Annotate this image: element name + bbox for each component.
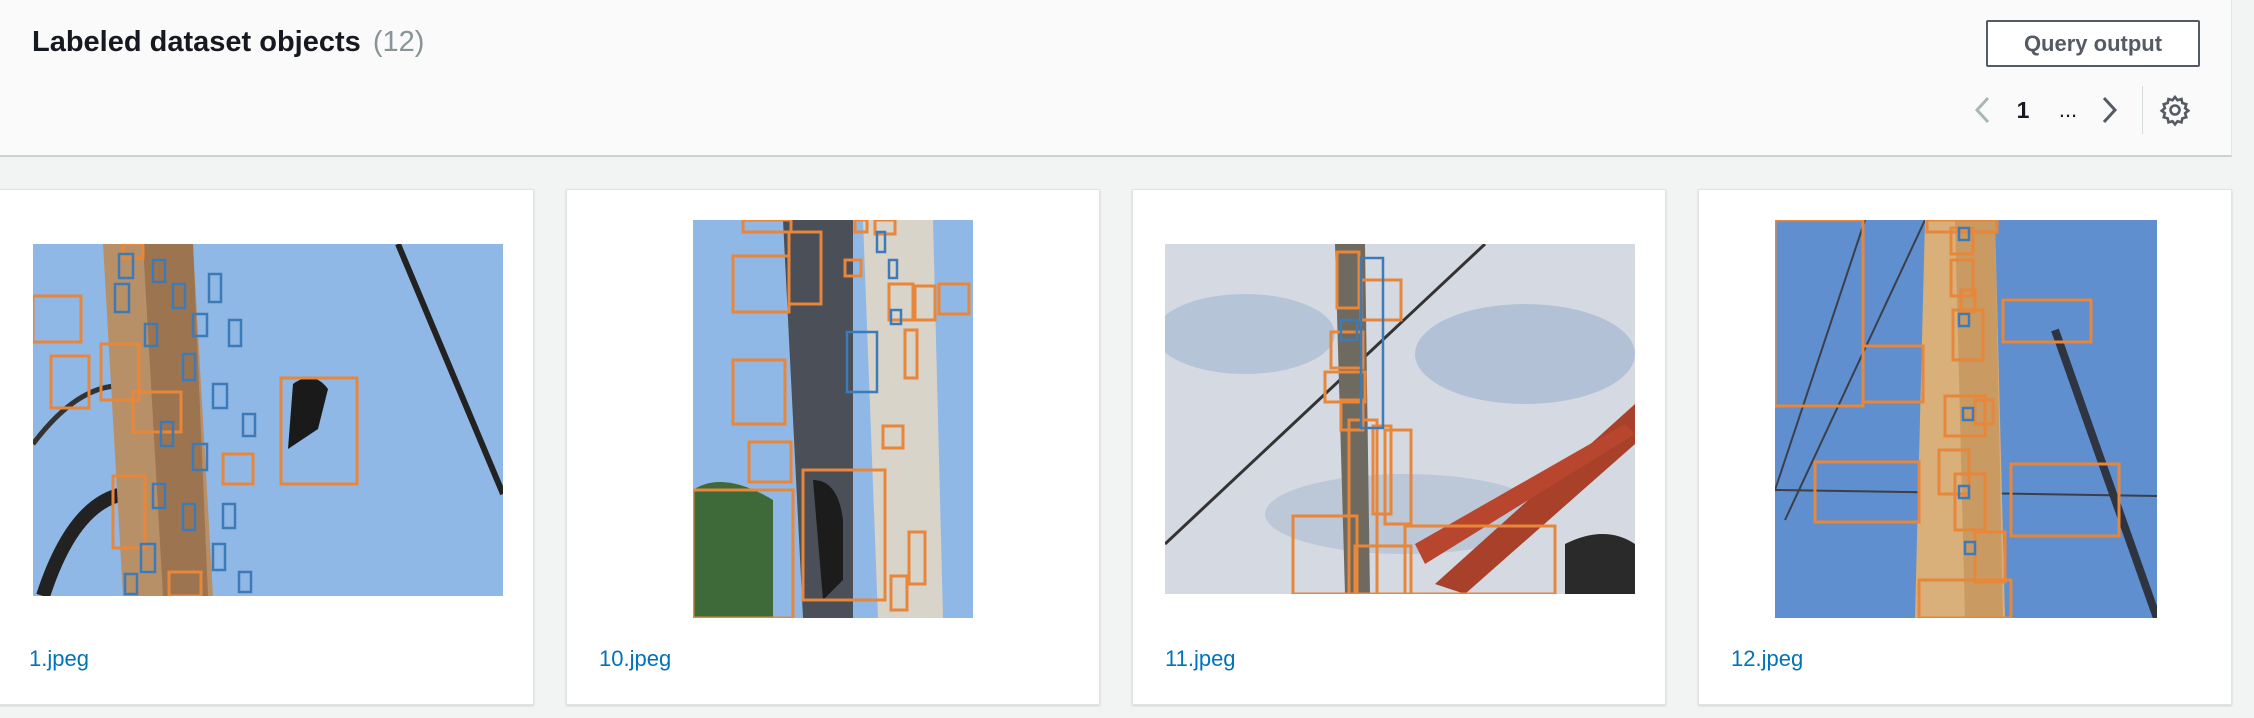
query-output-button[interactable]: Query output xyxy=(1986,20,2200,67)
pagination-ellipsis: ... xyxy=(2058,97,2078,122)
object-count: (12) xyxy=(372,26,425,58)
object-filename-link[interactable]: 11.jpeg xyxy=(1165,646,1236,672)
header-panel: Labeled dataset objects (12) Query outpu… xyxy=(0,0,2232,157)
dataset-object-card[interactable]: 12.jpeg xyxy=(1698,189,2232,705)
annotated-image[interactable] xyxy=(1775,220,2157,618)
dataset-object-card[interactable]: 1.jpeg xyxy=(0,189,534,705)
annotated-image[interactable] xyxy=(693,220,973,618)
object-filename-link[interactable]: 12.jpeg xyxy=(1731,646,1803,672)
page-number-current[interactable]: 1 xyxy=(2005,94,2041,126)
pagination-divider xyxy=(2142,86,2143,134)
chevron-left-icon[interactable] xyxy=(1968,94,1998,126)
chevron-right-icon[interactable] xyxy=(2094,94,2124,126)
object-filename-link[interactable]: 1.jpeg xyxy=(29,646,89,672)
dataset-object-card[interactable]: 10.jpeg xyxy=(566,189,1100,705)
dataset-object-card[interactable]: 11.jpeg xyxy=(1132,189,1666,705)
page-title: Labeled dataset objects (12) xyxy=(32,26,424,59)
gear-icon[interactable] xyxy=(2158,93,2192,127)
title-text: Labeled dataset objects xyxy=(32,26,361,58)
annotated-image[interactable] xyxy=(1165,244,1635,594)
object-filename-link[interactable]: 10.jpeg xyxy=(599,646,671,672)
annotated-image[interactable] xyxy=(33,244,503,596)
